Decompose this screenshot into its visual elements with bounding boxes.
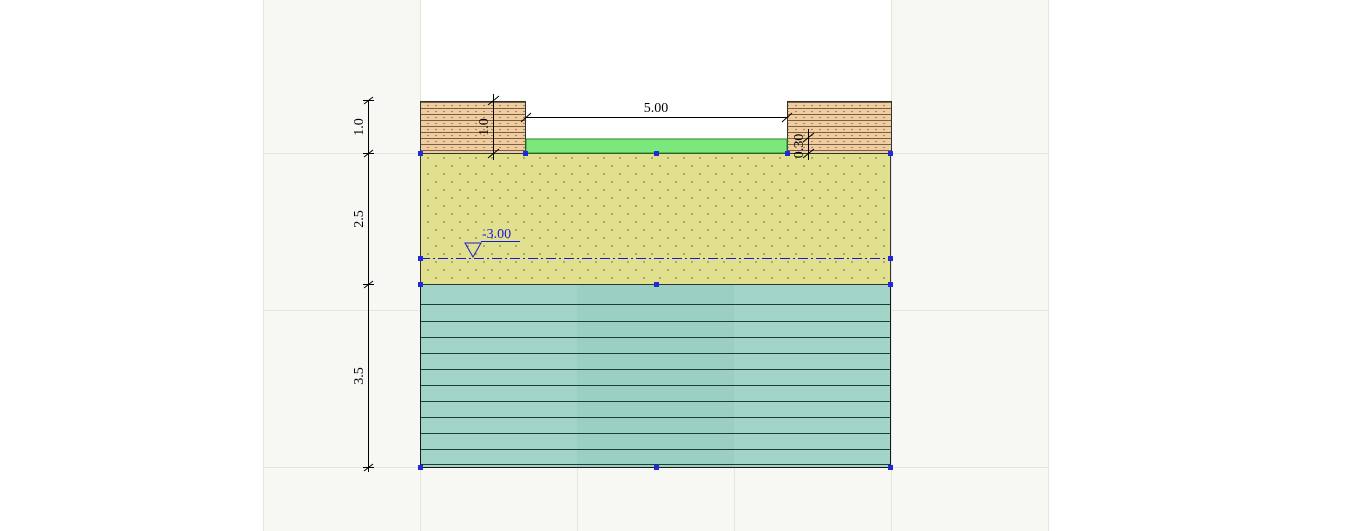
point-handle[interactable] <box>785 151 790 156</box>
point-handle[interactable] <box>888 151 893 156</box>
point-handle[interactable] <box>523 151 528 156</box>
point-handle[interactable] <box>888 282 893 287</box>
top-soil-left-block[interactable] <box>420 101 526 154</box>
water-depth-label: 0.30 <box>792 134 807 159</box>
open-area-above-surface <box>421 0 891 100</box>
point-handle[interactable] <box>654 282 659 287</box>
point-handle[interactable] <box>888 256 893 261</box>
point-handle[interactable] <box>654 151 659 156</box>
point-handle[interactable] <box>888 465 893 470</box>
point-handle[interactable] <box>418 282 423 287</box>
layer-3-thickness-label: 3.5 <box>352 367 367 385</box>
layer-2-thickness-label: 2.5 <box>352 210 367 228</box>
trench-depth-label: 1.0 <box>477 118 492 136</box>
geometry-canvas[interactable]: 5.00 1.0 0.30 -3.00 1.0 2.5 3.5 <box>0 0 1362 531</box>
point-handle[interactable] <box>418 256 423 261</box>
bottom-soil-layer[interactable] <box>420 284 891 468</box>
trench-water[interactable] <box>525 138 788 154</box>
layer-1-thickness-label: 1.0 <box>352 118 367 136</box>
trench-width-label: 5.00 <box>644 101 669 116</box>
water-table-label: -3.00 <box>482 227 511 242</box>
point-handle[interactable] <box>418 151 423 156</box>
middle-soil-layer[interactable] <box>420 153 891 285</box>
point-handle[interactable] <box>654 465 659 470</box>
point-handle[interactable] <box>418 465 423 470</box>
